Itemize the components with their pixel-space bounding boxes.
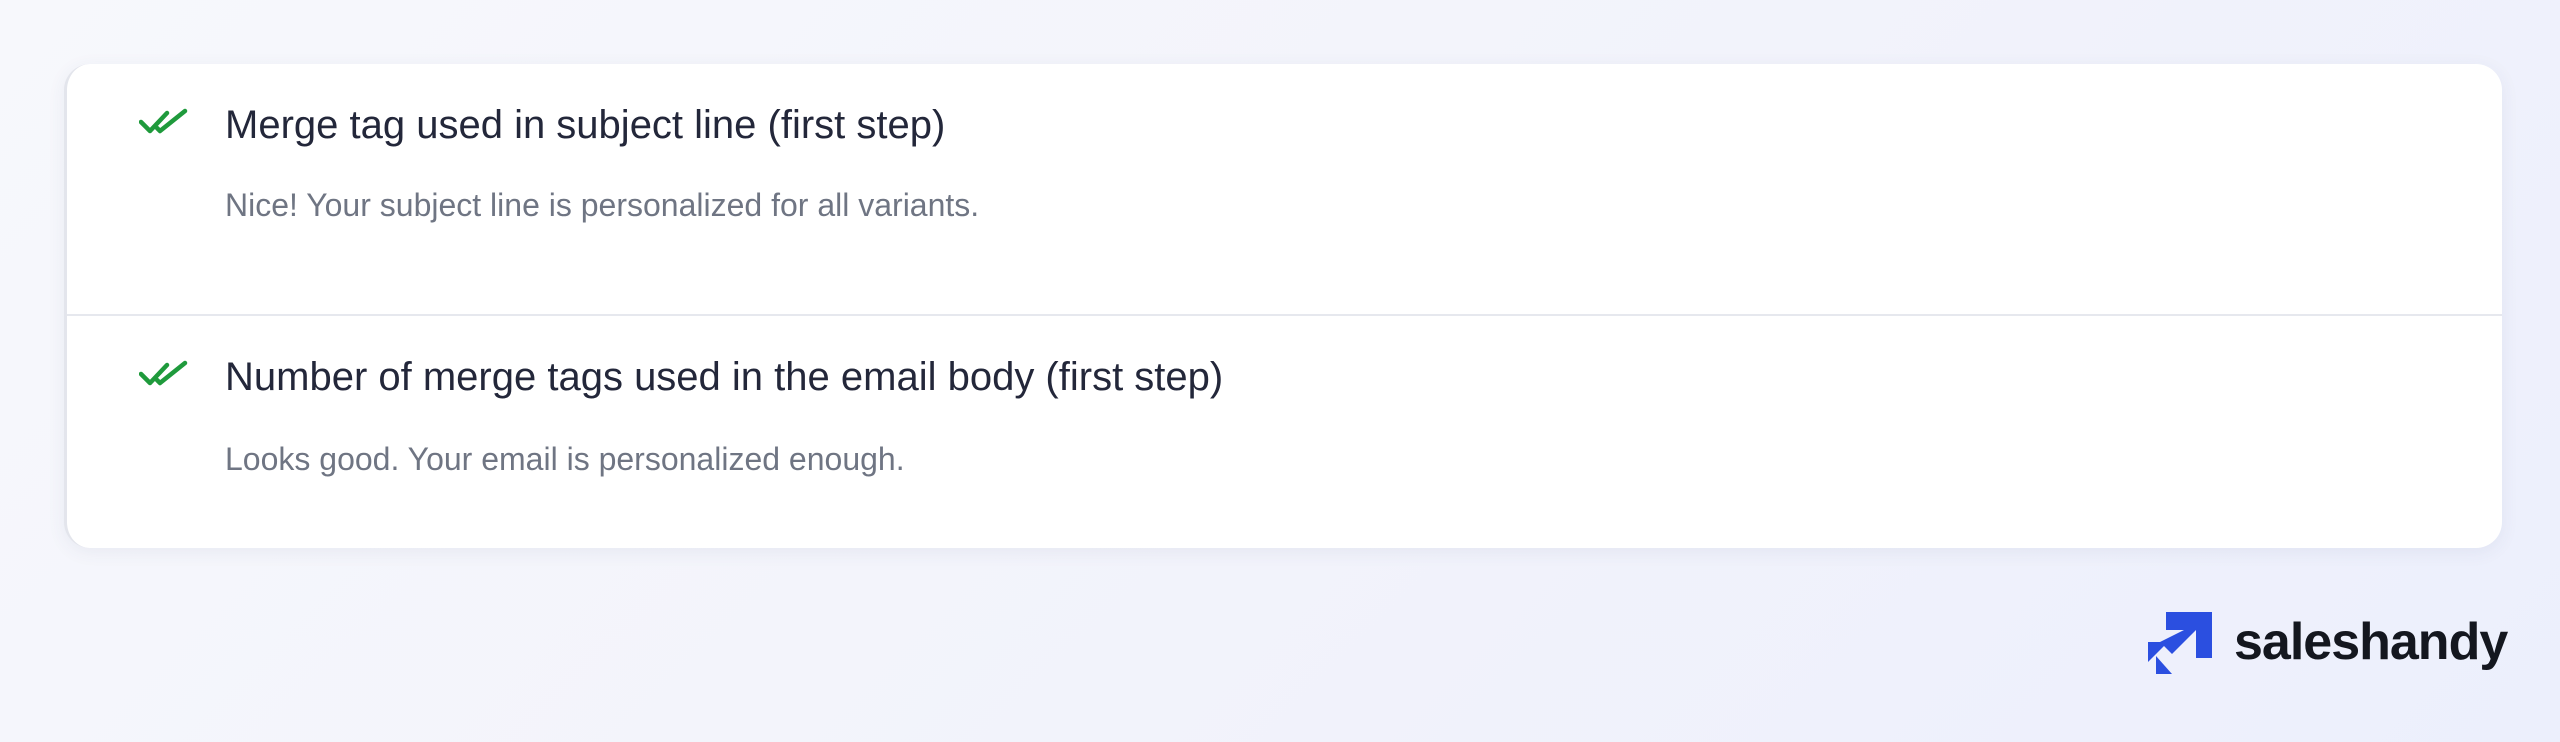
saleshandy-logo-icon <box>2148 612 2214 676</box>
check-description: Nice! Your subject line is personalized … <box>225 187 980 223</box>
personalization-checks-card: Merge tag used in subject line (first st… <box>64 64 2502 548</box>
check-description: Looks good. Your email is personalized e… <box>225 441 905 477</box>
check-title: Merge tag used in subject line (first st… <box>225 103 946 147</box>
brand-name: saleshandy <box>2234 613 2508 671</box>
check-title: Number of merge tags used in the email b… <box>225 355 1224 399</box>
check-item-body-merge-tags: Number of merge tags used in the email b… <box>67 316 2502 548</box>
check-item-subject-merge-tag: Merge tag used in subject line (first st… <box>67 64 2502 316</box>
double-check-icon <box>139 360 189 388</box>
double-check-icon <box>139 108 189 136</box>
